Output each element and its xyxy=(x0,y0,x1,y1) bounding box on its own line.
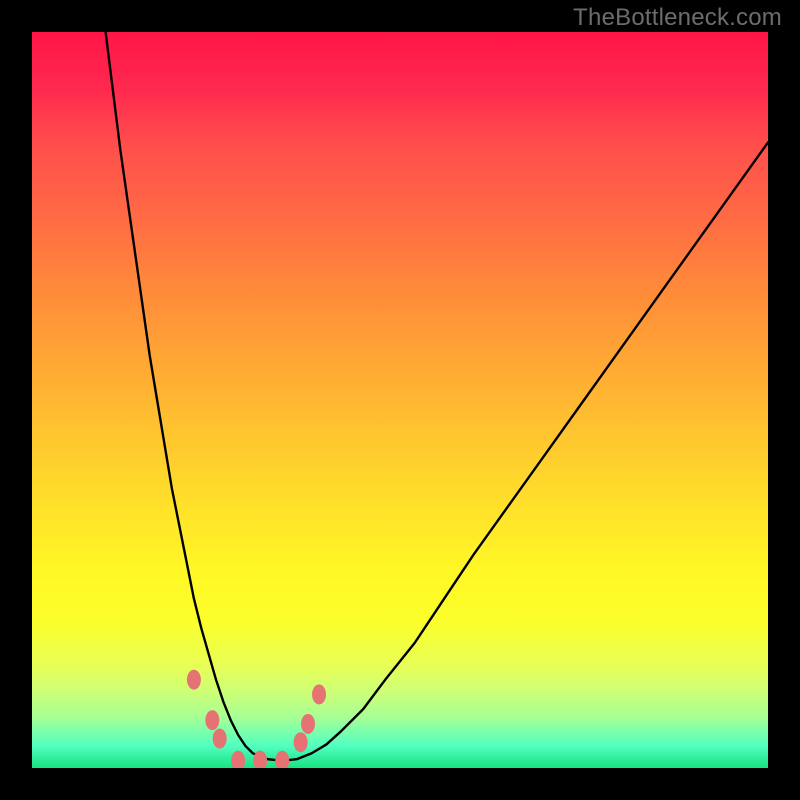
marker-dot xyxy=(213,729,227,749)
marker-dot xyxy=(294,732,308,752)
bottleneck-curve xyxy=(106,32,768,761)
marker-dot xyxy=(231,751,245,768)
marker-dot xyxy=(205,710,219,730)
marker-dot xyxy=(301,714,315,734)
marker-dot xyxy=(312,684,326,704)
chart-frame: TheBottleneck.com xyxy=(0,0,800,800)
bottleneck-curve-chart xyxy=(32,32,768,768)
marker-dot xyxy=(187,670,201,690)
marker-dot xyxy=(275,751,289,768)
watermark-text: TheBottleneck.com xyxy=(573,4,782,32)
plot-area xyxy=(32,32,768,768)
notch-markers xyxy=(187,670,326,768)
curve-layer xyxy=(106,32,768,761)
